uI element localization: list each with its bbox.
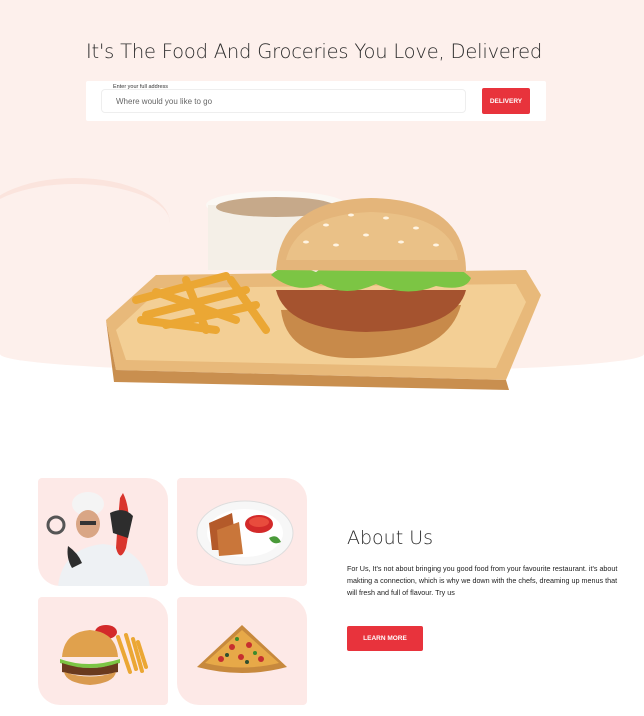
gallery-tile-chef (38, 478, 168, 586)
burger (271, 198, 471, 359)
chef-image (46, 492, 150, 586)
gallery-tile-pizza (177, 597, 307, 705)
pizza-slice-image (197, 625, 287, 673)
about-title: About Us (347, 527, 434, 549)
burger-fries-image (60, 625, 148, 685)
hero-burger-image (106, 191, 541, 390)
address-search-card: Enter your full address DELIVERY (86, 81, 546, 121)
gallery-tile-chicken-plate (177, 478, 307, 586)
about-description: For Us, It's not about bringing you good… (347, 564, 618, 597)
delivery-button[interactable]: DELIVERY (482, 88, 530, 114)
learn-more-button[interactable]: LEARN MORE (347, 626, 423, 651)
address-input[interactable] (101, 89, 466, 113)
hero-title: It's The Food And Groceries You Love, De… (86, 40, 543, 63)
chicken-plate-image (196, 500, 294, 566)
gallery-tile-burger (38, 597, 168, 705)
